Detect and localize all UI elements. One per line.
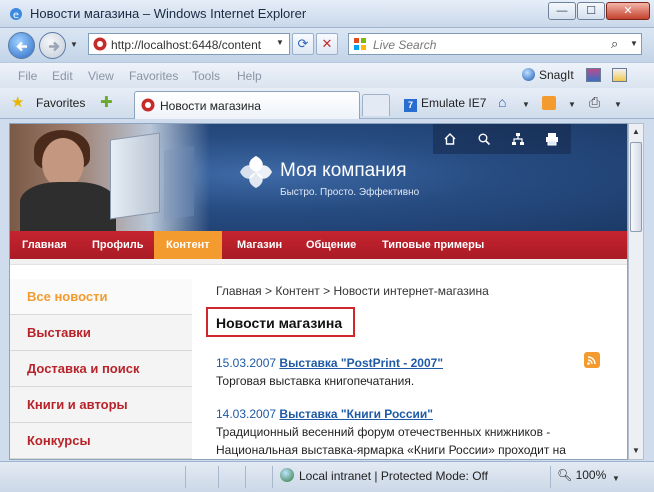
company-logo-icon	[240, 156, 272, 188]
search-dropdown-icon[interactable]: ▼	[630, 39, 638, 48]
search-placeholder: Live Search	[373, 38, 437, 52]
emulate-ie7-button[interactable]: 7 Emulate IE7	[404, 96, 486, 112]
menu-tools[interactable]: Tools	[192, 69, 220, 83]
svg-text:e: e	[13, 10, 19, 21]
site-favicon-icon	[93, 37, 107, 51]
breadcrumb: Главная > Контент > Новости интернет-маг…	[216, 284, 489, 298]
nav-item-content[interactable]: Контент	[154, 231, 222, 259]
snagit-button[interactable]: SnagIt	[522, 68, 574, 82]
back-button[interactable]	[8, 32, 35, 59]
nav-item-profile[interactable]: Профиль	[80, 231, 155, 259]
sidebar-item-contests[interactable]: Конкурсы	[10, 423, 192, 459]
snagit-capture-icon[interactable]	[586, 68, 601, 82]
news-text: Традиционный весенний форум отечественны…	[216, 425, 566, 457]
window-title: Новости магазина – Windows Internet Expl…	[30, 6, 307, 21]
forward-arrow-icon	[49, 41, 60, 52]
search-icon[interactable]	[477, 132, 491, 146]
menu-edit[interactable]: Edit	[52, 69, 73, 83]
sidebar-item-delivery[interactable]: Доставка и поиск	[10, 351, 192, 387]
menu-view[interactable]: View	[88, 69, 114, 83]
emulate-ie7-icon: 7	[404, 99, 417, 112]
favorites-button[interactable]: Favorites	[36, 96, 85, 110]
live-search-icon	[354, 38, 366, 50]
news-item: 14.03.2007 Выставка "Книги России" Тради…	[216, 405, 611, 459]
favorites-tab-bar: ★ Favorites ✚ Новости магазина 7 Emulate …	[0, 88, 654, 119]
news-title-link[interactable]: Выставка "PostPrint - 2007"	[279, 356, 443, 370]
sitemap-icon[interactable]	[511, 132, 525, 146]
search-field[interactable]: Live Search ⌕ ▼	[348, 33, 642, 55]
vertical-scrollbar[interactable]: ▲ ▼	[628, 123, 644, 460]
new-tab-button[interactable]	[362, 94, 390, 116]
rss-feed-icon[interactable]	[542, 96, 556, 110]
address-dropdown-icon[interactable]: ▼	[276, 38, 284, 47]
home-icon[interactable]	[443, 132, 457, 146]
company-slogan: Быстро. Просто. Эффективно	[280, 187, 420, 198]
address-url[interactable]: http://localhost:6448/content	[111, 38, 266, 52]
company-name: Моя компания	[280, 160, 407, 181]
address-toolbar: ▼ http://localhost:6448/content ▼ ⟳ ✕ Li…	[0, 28, 654, 62]
refresh-button[interactable]: ⟳	[292, 33, 314, 55]
menu-help[interactable]: Help	[237, 69, 262, 83]
history-dropdown-icon[interactable]: ▼	[70, 40, 78, 49]
zone-label: Local intranet | Protected Mode: Off	[299, 469, 488, 483]
tab-label: Новости магазина	[160, 99, 261, 113]
news-title-link[interactable]: Выставка "Книги России"	[279, 407, 433, 421]
scroll-up-icon[interactable]: ▲	[630, 125, 642, 139]
page-title: Новости магазина	[206, 307, 355, 337]
forward-button[interactable]	[39, 32, 66, 59]
home-dropdown-icon[interactable]: ▼	[522, 100, 530, 109]
zoom-value: 100%	[575, 468, 607, 482]
hero-image	[10, 124, 210, 232]
sidebar-item-exhibitions[interactable]: Выставки	[10, 315, 192, 351]
feeds-dropdown-icon[interactable]: ▼	[568, 100, 576, 109]
snagit-icon	[522, 68, 535, 81]
maximize-button[interactable]: ☐	[577, 2, 605, 20]
nav-item-shop[interactable]: Магазин	[225, 231, 294, 259]
main-nav: Главная Профиль Контент Магазин Общение …	[10, 231, 627, 259]
home-icon[interactable]: ⌂	[498, 94, 506, 110]
back-arrow-icon	[16, 41, 27, 52]
site-header: Моя компания Быстро. Просто. Эффективно	[10, 124, 627, 232]
news-item: 15.03.2007 Выставка "PostPrint - 2007" Т…	[216, 354, 611, 390]
add-favorite-icon[interactable]: ✚	[100, 93, 113, 111]
emulate-ie7-label: Emulate IE7	[421, 96, 487, 110]
tab-favicon-icon	[141, 98, 155, 112]
news-text: Торговая выставка книгопечатания.	[216, 374, 415, 388]
status-bar: Local intranet | Protected Mode: Off 🔍︎ …	[0, 461, 654, 492]
zoom-level[interactable]: 🔍︎ 100%	[557, 468, 606, 482]
utility-bar	[433, 124, 571, 154]
address-field[interactable]: http://localhost:6448/content ▼	[88, 33, 290, 55]
snagit-label: SnagIt	[539, 68, 574, 82]
print-icon[interactable]	[545, 132, 559, 146]
ie-icon: e	[10, 8, 22, 21]
nav-divider	[10, 259, 627, 265]
menu-file[interactable]: File	[18, 69, 37, 83]
menu-bar: File Edit View Favorites Tools Help Snag…	[0, 62, 654, 88]
sidebar-item-books-authors[interactable]: Книги и авторы	[10, 387, 192, 423]
news-date: 14.03.2007	[216, 407, 277, 421]
security-zone[interactable]: Local intranet | Protected Mode: Off	[280, 468, 488, 483]
nav-item-home[interactable]: Главная	[10, 231, 79, 259]
favorites-star-icon[interactable]: ★	[11, 93, 24, 111]
zoom-dropdown-icon[interactable]: ▼	[612, 474, 620, 483]
page-viewport: Моя компания Быстро. Просто. Эффективно …	[9, 123, 628, 460]
nav-item-examples[interactable]: Типовые примеры	[370, 231, 496, 259]
news-date: 15.03.2007	[216, 356, 277, 370]
title-bar: e Новости магазина – Windows Internet Ex…	[0, 0, 654, 28]
scroll-thumb[interactable]	[630, 142, 642, 232]
search-icon[interactable]: ⌕	[611, 36, 618, 52]
stop-button[interactable]: ✕	[316, 33, 338, 55]
sidebar-item-all-news[interactable]: Все новости	[10, 279, 192, 315]
print-icon[interactable]: ⎙	[589, 94, 600, 111]
close-button[interactable]: ✕	[606, 2, 650, 20]
zoom-icon: 🔍︎	[557, 468, 573, 482]
minimize-button[interactable]: —	[548, 2, 576, 20]
snagit-editor-icon[interactable]	[612, 68, 627, 82]
intranet-globe-icon	[280, 468, 294, 482]
print-dropdown-icon[interactable]: ▼	[614, 100, 622, 109]
menu-favorites[interactable]: Favorites	[129, 69, 178, 83]
scroll-down-icon[interactable]: ▼	[630, 444, 642, 458]
nav-item-community[interactable]: Общение	[294, 231, 368, 259]
tab-current[interactable]: Новости магазина	[134, 91, 360, 119]
